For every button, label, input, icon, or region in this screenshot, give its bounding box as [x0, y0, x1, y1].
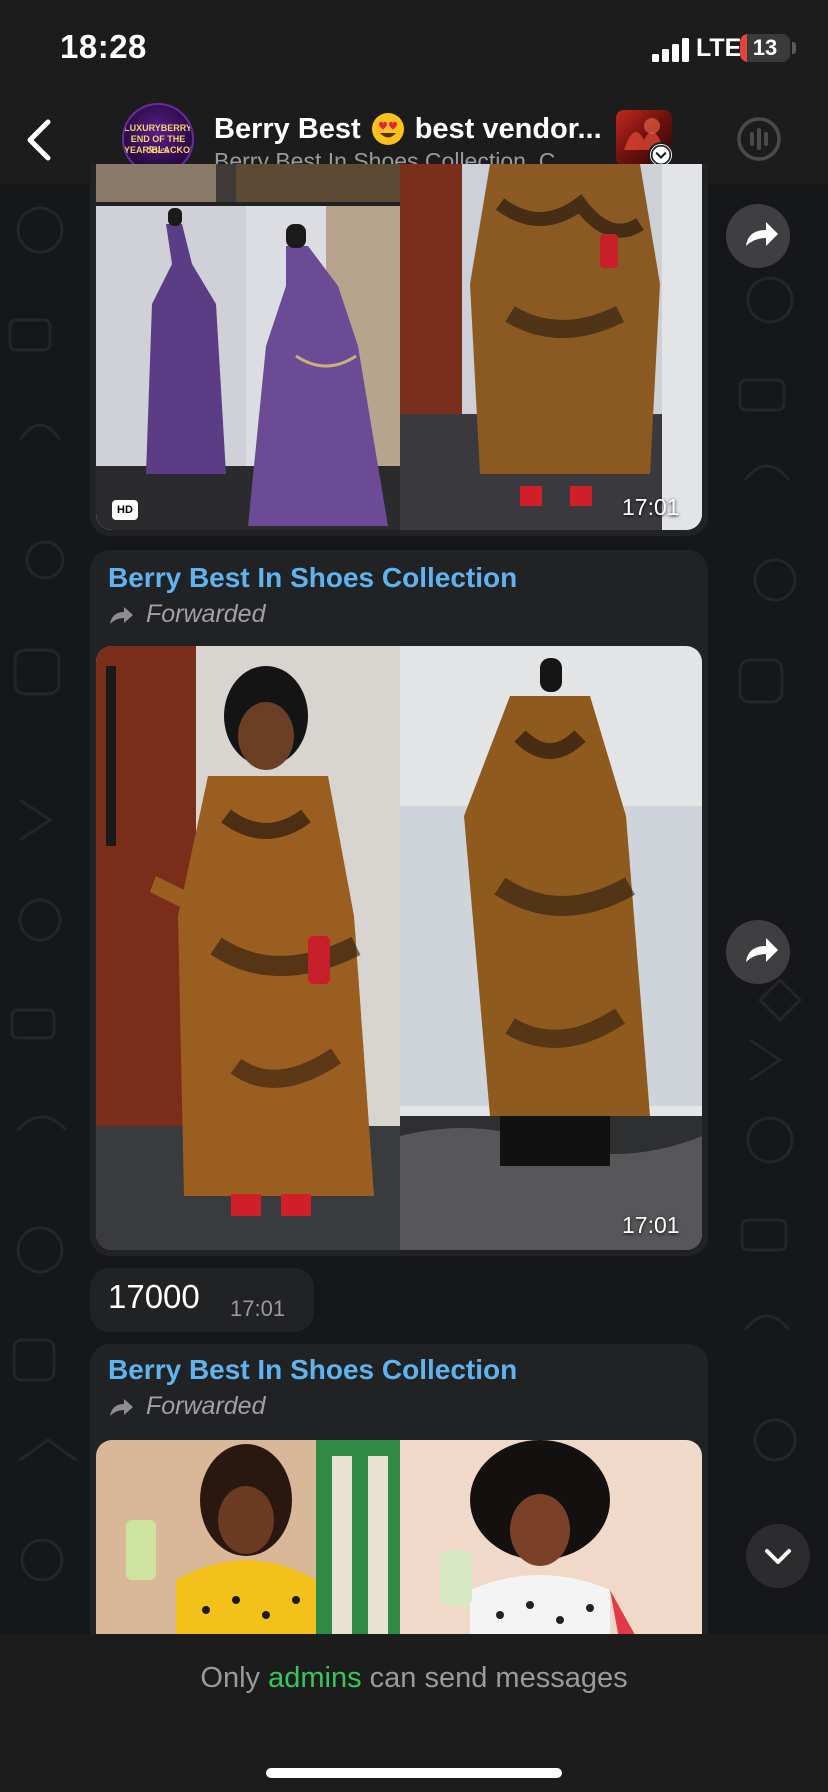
message-time: 17:01 [622, 1212, 680, 1238]
voice-chat-icon[interactable] [736, 116, 782, 162]
chevron-down-icon [765, 1549, 791, 1564]
share-button[interactable] [726, 920, 790, 984]
photo-art [400, 164, 702, 530]
notice-admins: admins [268, 1662, 362, 1694]
status-bar: 18:28 LTE 13 [0, 0, 828, 96]
notice-prefix: Only [200, 1662, 261, 1694]
input-area-readonly: Only admins can send messages [0, 1634, 828, 1792]
album-photo-polka-dot[interactable] [400, 1440, 702, 1644]
forward-arrow-icon [110, 607, 133, 624]
photo-art [96, 1440, 400, 1644]
message-album-1[interactable]: HD 17:01 [90, 164, 708, 536]
album-photo-yellow-top[interactable] [96, 1440, 400, 1644]
forward-arrow-icon [110, 1399, 133, 1416]
chat-title: Berry Best [214, 112, 361, 145]
hd-badge: HD [112, 500, 138, 520]
status-time: 18:28 [60, 28, 147, 65]
chat-title-rest: best vendor... [414, 112, 602, 145]
home-indicator [266, 1768, 562, 1778]
avatar-sale-text: Sales [147, 145, 169, 156]
album-photo-purple-dress[interactable] [96, 206, 400, 530]
signal-icon [652, 38, 689, 62]
album-photo-model-leopard[interactable] [96, 646, 400, 1250]
forwarded-label: Forwarded [146, 1392, 266, 1420]
message-time: 17:01 [622, 494, 680, 520]
telegram-chat-screen: 18:28 LTE 13 LUXURYBERRY END OF THE YEAR… [0, 0, 828, 1792]
share-button[interactable] [726, 204, 790, 268]
scroll-to-bottom-button[interactable] [746, 1524, 810, 1588]
battery-cap [792, 42, 796, 54]
album-photo-leopard-dress-top[interactable] [400, 164, 702, 530]
back-chevron-icon[interactable] [20, 116, 60, 164]
message-album-2[interactable]: Berry Best In Shoes Collection Forwarded [90, 550, 708, 1256]
battery-level: 13 [752, 35, 778, 60]
battery-icon: 13 [740, 34, 790, 62]
share-arrow-icon [746, 222, 778, 246]
message-text-price[interactable]: 17000 17:01 [90, 1268, 314, 1332]
network-type: LTE [696, 34, 742, 62]
chat-title-row[interactable]: Berry Best best vendor... [214, 110, 614, 148]
message-time: 17:01 [230, 1296, 286, 1321]
heart-eyes-emoji-icon [371, 113, 404, 145]
message-text: 17000 [108, 1278, 200, 1315]
photo-art [400, 646, 702, 1250]
forwarded-label: Forwarded [146, 600, 266, 628]
photo-art [400, 1440, 702, 1644]
share-arrow-icon [746, 938, 778, 962]
forward-sender-name[interactable]: Berry Best In Shoes Collection [108, 562, 517, 594]
photo-art [96, 164, 400, 202]
message-album-3[interactable]: Berry Best In Shoes Collection Forwarded [90, 1344, 708, 1644]
album-photo-purple-top[interactable] [96, 164, 400, 202]
notice-suffix: can send messages [369, 1662, 628, 1694]
photo-art [96, 646, 400, 1250]
forward-sender-name[interactable]: Berry Best In Shoes Collection [108, 1354, 517, 1386]
only-admins-notice: Only admins can send messages [0, 1662, 828, 1695]
photo-art [96, 206, 400, 530]
album-photo-mannequin-leopard[interactable] [400, 646, 702, 1250]
